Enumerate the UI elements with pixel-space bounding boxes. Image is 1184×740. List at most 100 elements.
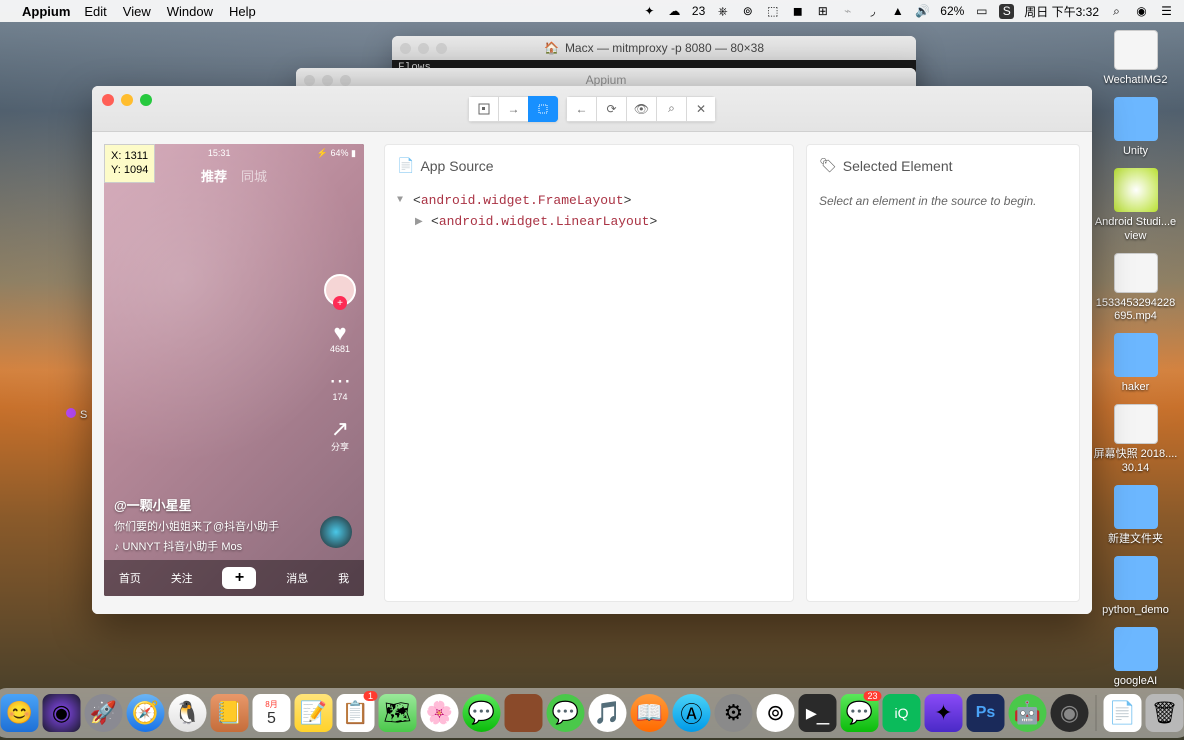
battery-icon[interactable]: ▭ (974, 4, 989, 19)
spotlight-icon[interactable]: ⌕ (1109, 4, 1124, 19)
dock-appstore[interactable]: Ⓐ (673, 694, 711, 732)
dock-terminal[interactable]: ▸_ (799, 694, 837, 732)
sidebar-shortcut[interactable]: S (66, 408, 87, 421)
dock-chrome[interactable]: ⊚ (757, 694, 795, 732)
dock-launchpad[interactable]: 🚀 (85, 694, 123, 732)
dock-iqiyi[interactable]: iQ (883, 694, 921, 732)
tab-nearby[interactable]: 同城 (241, 166, 267, 185)
wechat-menubar-icon[interactable]: ☁ (667, 4, 682, 19)
display-icon[interactable]: ▲ (890, 4, 905, 19)
music-info[interactable]: ♪ UNNYT 抖音小助手 Mos (114, 538, 314, 554)
notification-center-icon[interactable]: ☰ (1159, 4, 1174, 19)
terminal-titlebar[interactable]: 🏠Macx — mitmproxy -p 8080 — 80×38 (392, 36, 916, 60)
dock-app-2[interactable]: 💬 (547, 694, 585, 732)
dock-itunes[interactable]: 🎵 (589, 694, 627, 732)
share-button[interactable]: ↗分享 (331, 418, 349, 453)
dock-ibooks[interactable]: 📖 (631, 694, 669, 732)
music-disc-icon[interactable] (320, 516, 352, 548)
status-icon-3[interactable]: ⊞ (815, 4, 830, 19)
like-button[interactable]: ♥4681 (330, 322, 350, 354)
selected-element-panel: 🏷 Selected Element Select an element in … (806, 144, 1080, 602)
app-source-title: 📄 App Source (397, 157, 781, 174)
desktop-icon[interactable]: 新建文件夹 (1093, 485, 1178, 546)
dock-app-1[interactable] (505, 694, 543, 732)
status-icon-1[interactable]: ⬚ (765, 4, 780, 19)
dock-contacts[interactable]: 📒 (211, 694, 249, 732)
caret-down-icon[interactable]: ▼ (397, 195, 407, 206)
bluetooth-icon[interactable]: ⌁ (840, 4, 855, 19)
selected-element-hint: Select an element in the source to begin… (819, 194, 1067, 208)
wifi-icon[interactable]: ◞ (865, 4, 880, 19)
select-mode-button[interactable] (468, 96, 498, 122)
menu-window[interactable]: Window (167, 4, 213, 19)
video-actions: ♥4681 ⋯174 ↗分享 (324, 274, 356, 453)
menubar-app-name[interactable]: Appium (22, 4, 70, 19)
nav-home[interactable]: 首页 (119, 570, 141, 586)
dock-notes[interactable]: 📝 (295, 694, 333, 732)
back-button[interactable]: ← (566, 96, 596, 122)
dock-photos[interactable]: 🌸 (421, 694, 459, 732)
close-session-button[interactable]: ✕ (686, 96, 716, 122)
menu-edit[interactable]: Edit (84, 4, 106, 19)
dock-finder[interactable]: 😊 (1, 694, 39, 732)
dock-messages[interactable]: 💬 (463, 694, 501, 732)
caret-right-icon[interactable]: ▶ (415, 216, 425, 228)
nav-inbox[interactable]: 消息 (286, 570, 308, 586)
nav-follow[interactable]: 关注 (171, 570, 193, 586)
dock-photoshop[interactable]: Ps (967, 694, 1005, 732)
swipe-mode-button[interactable]: → (498, 96, 528, 122)
nav-create-button[interactable]: + (222, 567, 256, 589)
volume-icon[interactable]: 🔊 (915, 4, 930, 19)
inspector-titlebar[interactable]: → ← ⟳ 👁 ⌕ ✕ (92, 86, 1092, 132)
cloud-icon[interactable]: ⊚ (740, 4, 755, 19)
dock-calendar[interactable]: 8月5 (253, 694, 291, 732)
desktop-icon[interactable]: googleAI (1093, 627, 1178, 688)
tree-node-linearlayout[interactable]: ▶ <android.widget.LinearLayout> (397, 211, 781, 232)
sogou-icon[interactable]: S (999, 4, 1014, 19)
desktop-icon[interactable]: WechatIMG2 (1093, 30, 1178, 87)
zoom-button[interactable] (140, 94, 152, 106)
dock-safari[interactable]: 🧭 (127, 694, 165, 732)
dock-wechat[interactable]: 💬23 (841, 694, 879, 732)
dock-appium[interactable]: ✦ (925, 694, 963, 732)
tree-node-framelayout[interactable]: ▼ <android.widget.FrameLayout> (397, 190, 781, 211)
dock-folder[interactable]: 📄 (1104, 694, 1142, 732)
eye-button[interactable]: 👁 (626, 96, 656, 122)
desktop-icon[interactable]: 1533453294228695.mp4 (1093, 253, 1178, 323)
refresh-button[interactable]: ⟳ (596, 96, 626, 122)
dock-qq[interactable]: 🐧 (169, 694, 207, 732)
menubar-clock[interactable]: 周日 下午3:32 (1024, 3, 1099, 20)
status-icon-2[interactable]: ◼ (790, 4, 805, 19)
source-tree[interactable]: ▼ <android.widget.FrameLayout> ▶ <androi… (397, 190, 781, 232)
nav-me[interactable]: 我 (338, 570, 349, 586)
tap-mode-button[interactable] (528, 96, 558, 122)
menu-view[interactable]: View (123, 4, 151, 19)
file-icon: 📄 (397, 157, 414, 174)
search-button[interactable]: ⌕ (656, 96, 686, 122)
battery-percent: 62% (940, 4, 964, 18)
menu-help[interactable]: Help (229, 4, 256, 19)
comment-button[interactable]: ⋯174 (329, 370, 351, 402)
minimize-button[interactable] (121, 94, 133, 106)
dock-reminders[interactable]: 📋1 (337, 694, 375, 732)
author-avatar[interactable] (324, 274, 356, 306)
phone-screen[interactable]: ◦◦◦15:31⚡ 64% ▮ ⌕ 推荐 同城 ♥4681 ⋯174 ↗分享 @… (104, 144, 364, 596)
tab-recommend[interactable]: 推荐 (201, 166, 227, 185)
bird-icon[interactable]: ✦ (642, 4, 657, 19)
siri-menubar-icon[interactable]: ◉ (1134, 4, 1149, 19)
desktop-icon[interactable]: python_demo (1093, 556, 1178, 617)
author-name[interactable]: @一颗小星星 (114, 495, 314, 514)
dock-trash[interactable]: 🗑 (1146, 694, 1184, 732)
dock-maps[interactable]: 🗺 (379, 694, 417, 732)
close-button[interactable] (102, 94, 114, 106)
desktop-icon[interactable]: haker (1093, 333, 1178, 394)
docker-icon[interactable]: ⎈ (715, 4, 730, 19)
dock-android[interactable]: 🤖 (1009, 694, 1047, 732)
dock-obs[interactable]: ◉ (1051, 694, 1089, 732)
desktop-icon[interactable]: Unity (1093, 97, 1178, 158)
desktop-icon[interactable]: 屏幕快照 2018....30.14 (1093, 404, 1178, 474)
device-preview[interactable]: X: 1311 Y: 1094 ◦◦◦15:31⚡ 64% ▮ ⌕ 推荐 同城 … (104, 144, 372, 602)
dock-settings[interactable]: ⚙ (715, 694, 753, 732)
desktop-icon[interactable]: Android Studi...eview (1093, 168, 1178, 242)
dock-siri[interactable]: ◉ (43, 694, 81, 732)
